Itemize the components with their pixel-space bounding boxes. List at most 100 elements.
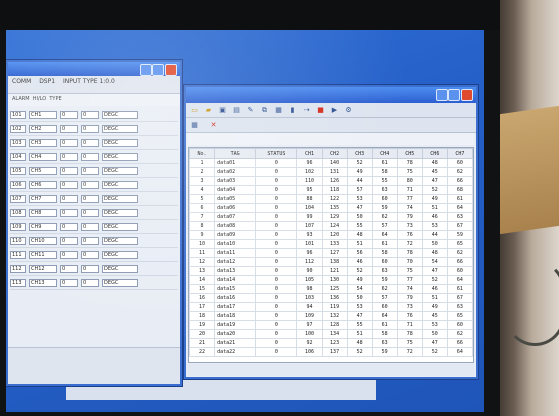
table-cell[interactable]: 20 — [189, 329, 216, 339]
table-cell[interactable]: 100 — [296, 329, 323, 339]
table-cell[interactable]: 50 — [346, 212, 373, 222]
back-window-titlebar[interactable] — [8, 62, 180, 76]
table-cell[interactable]: 0 — [255, 266, 298, 276]
table-cell[interactable]: data03 — [214, 176, 257, 186]
table-cell[interactable]: 45 — [421, 311, 448, 321]
table-cell[interactable]: data20 — [214, 329, 257, 339]
table-row[interactable]: 4 data04 0 95 118 57 63 71 52 68 — [189, 185, 473, 195]
high-limit-field[interactable]: 0 — [81, 166, 99, 175]
table-cell[interactable]: data12 — [214, 257, 257, 267]
toolbar-item[interactable]: COMM — [12, 78, 31, 85]
table-cell[interactable]: 56 — [346, 248, 373, 258]
delete-icon[interactable]: ✕ — [209, 121, 218, 129]
table-cell[interactable]: 122 — [321, 194, 348, 204]
high-limit-field[interactable]: 0 — [81, 264, 99, 273]
table-cell[interactable]: data17 — [214, 302, 257, 312]
table-cell[interactable]: 47 — [421, 338, 448, 348]
table-cell[interactable]: data16 — [214, 293, 257, 303]
front-window-titlebar[interactable] — [186, 87, 476, 103]
table-cell[interactable]: 2 — [189, 167, 216, 177]
table-cell[interactable]: 13 — [189, 266, 216, 276]
table-cell[interactable]: 103 — [296, 293, 323, 303]
table-cell[interactable]: 75 — [396, 266, 423, 276]
table-cell[interactable]: 121 — [321, 266, 348, 276]
table-cell[interactable]: 46 — [421, 284, 448, 294]
table-cell[interactable]: 58 — [371, 167, 398, 177]
table-cell[interactable]: 58 — [371, 248, 398, 258]
table-cell[interactable]: 79 — [396, 212, 423, 222]
table-row[interactable]: 11 data11 0 96 127 56 58 78 48 62 — [189, 248, 473, 258]
maximize-icon[interactable] — [152, 64, 164, 76]
high-limit-field[interactable]: 0 — [81, 124, 99, 133]
table-cell[interactable]: 127 — [321, 248, 348, 258]
table-cell[interactable]: 60 — [446, 158, 473, 168]
channel-name[interactable]: CH4 — [29, 152, 57, 161]
column-header[interactable]: CH6 — [421, 148, 448, 159]
data-grid[interactable]: No. TAG STATUS CH1 CH2 CH3 CH4 CH5 CH6 CH7 1 data0… — [188, 147, 474, 363]
channel-id[interactable]: 113 — [10, 278, 26, 287]
table-cell[interactable]: 44 — [421, 230, 448, 240]
table-cell[interactable]: 0 — [255, 329, 298, 339]
channel-name[interactable]: CH12 — [29, 264, 57, 273]
table-cell[interactable]: 0 — [255, 167, 298, 177]
channel-row[interactable]: 106 CH6 0 0 DEGC — [10, 178, 178, 192]
unit-select[interactable]: DEGC — [102, 250, 138, 259]
channel-id[interactable]: 109 — [10, 222, 26, 231]
table-cell[interactable]: 48 — [346, 338, 373, 348]
column-header[interactable]: CH4 — [371, 148, 398, 159]
table-cell[interactable]: 76 — [396, 311, 423, 321]
high-limit-field[interactable]: 0 — [81, 208, 99, 217]
table-cell[interactable]: 107 — [296, 221, 323, 231]
table-cell[interactable]: 64 — [371, 311, 398, 321]
table-cell[interactable]: 72 — [396, 239, 423, 249]
table-cell[interactable]: 0 — [255, 185, 298, 195]
channel-row[interactable]: 102 CH2 0 0 DEGC — [10, 122, 178, 136]
channel-id[interactable]: 108 — [10, 208, 26, 217]
table-cell[interactable]: 97 — [296, 320, 323, 330]
table-cell[interactable]: 53 — [346, 302, 373, 312]
channel-name[interactable]: CH13 — [29, 278, 57, 287]
table-cell[interactable]: 124 — [321, 221, 348, 231]
table-cell[interactable]: data01 — [214, 158, 257, 168]
table-cell[interactable]: 50 — [421, 239, 448, 249]
table-cell[interactable]: 96 — [296, 158, 323, 168]
channel-name[interactable]: CH9 — [29, 222, 57, 231]
table-cell[interactable]: 134 — [321, 329, 348, 339]
table-row[interactable]: 5 data05 0 88 122 53 60 77 49 61 — [189, 194, 473, 204]
table-cell[interactable]: 0 — [255, 347, 298, 357]
table-cell[interactable]: 129 — [321, 212, 348, 222]
high-limit-field[interactable]: 0 — [81, 278, 99, 287]
table-cell[interactable]: 60 — [446, 320, 473, 330]
table-cell[interactable]: 66 — [446, 257, 473, 267]
table-cell[interactable]: 80 — [396, 176, 423, 186]
minimize-icon[interactable] — [140, 64, 152, 76]
table-row[interactable]: 21 data21 0 92 123 48 63 75 47 66 — [189, 338, 473, 348]
table-cell[interactable]: 47 — [346, 311, 373, 321]
table-cell[interactable]: 0 — [255, 275, 298, 285]
table-cell[interactable]: 0 — [255, 257, 298, 267]
low-limit-field[interactable]: 0 — [60, 222, 78, 231]
table-row[interactable]: 3 data03 0 110 126 44 55 80 47 66 — [189, 176, 473, 186]
table-cell[interactable]: 101 — [296, 239, 323, 249]
table-cell[interactable]: 64 — [446, 275, 473, 285]
table-cell[interactable]: data04 — [214, 185, 257, 195]
table-cell[interactable]: 21 — [189, 338, 216, 348]
low-limit-field[interactable]: 0 — [60, 110, 78, 119]
channel-id[interactable]: 106 — [10, 180, 26, 189]
table-cell[interactable]: 54 — [346, 284, 373, 294]
table-cell[interactable]: 60 — [371, 302, 398, 312]
table-cell[interactable]: 52 — [346, 266, 373, 276]
table-row[interactable]: 17 data17 0 94 119 53 60 73 49 63 — [189, 302, 473, 312]
table-cell[interactable]: 54 — [421, 257, 448, 267]
table-cell[interactable]: 63 — [371, 338, 398, 348]
low-limit-field[interactable]: 0 — [60, 208, 78, 217]
channel-id[interactable]: 112 — [10, 264, 26, 273]
high-limit-field[interactable]: 0 — [81, 222, 99, 231]
low-limit-field[interactable]: 0 — [60, 278, 78, 287]
table-cell[interactable]: 0 — [255, 194, 298, 204]
channel-id[interactable]: 107 — [10, 194, 26, 203]
low-limit-field[interactable]: 0 — [60, 194, 78, 203]
table-cell[interactable]: 109 — [296, 311, 323, 321]
table-cell[interactable]: 70 — [396, 257, 423, 267]
channel-id[interactable]: 101 — [10, 110, 26, 119]
